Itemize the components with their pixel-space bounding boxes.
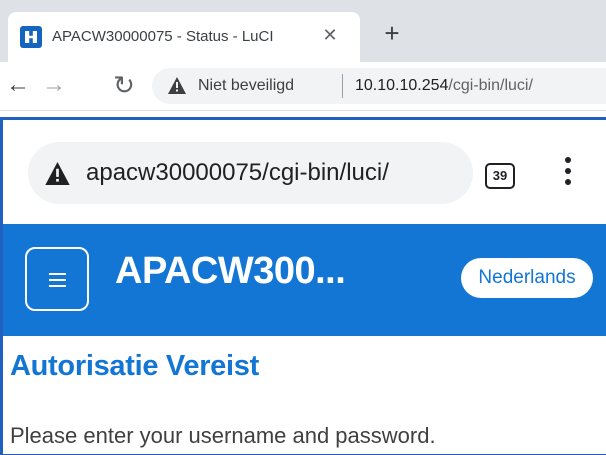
forward-arrow-icon[interactable]: → bbox=[38, 69, 70, 101]
language-button[interactable]: Nederlands bbox=[461, 258, 593, 298]
back-arrow-icon[interactable]: ← bbox=[2, 69, 34, 101]
screenshot-root: APACW30000075 - Status - LuCI ✕ + ← → ↻ … bbox=[0, 0, 606, 455]
menu-dot bbox=[565, 157, 571, 163]
tab-count-button[interactable]: 39 bbox=[485, 163, 515, 189]
device-hostname[interactable]: APACW300... bbox=[115, 250, 346, 293]
url-path: /cgi-bin/luci/ bbox=[448, 77, 533, 94]
luci-favicon-icon bbox=[20, 26, 42, 48]
login-instructions: Please enter your username and password. bbox=[10, 423, 436, 448]
mobile-address-bar[interactable]: apacw30000075/cgi-bin/luci/ bbox=[28, 142, 473, 204]
mobile-url[interactable]: apacw30000075/cgi-bin/luci/ bbox=[86, 159, 389, 187]
browser-tab-strip: APACW30000075 - Status - LuCI ✕ + bbox=[0, 0, 606, 62]
page-title: Autorisatie Vereist bbox=[10, 350, 259, 382]
warning-icon[interactable] bbox=[45, 162, 70, 185]
tab-title: APACW30000075 - Status - LuCI bbox=[52, 28, 274, 45]
browser-toolbar: ← → ↻ Niet beveiligd 10.10.10.254/cgi-bi… bbox=[0, 62, 606, 111]
hamburger-line bbox=[49, 285, 66, 287]
tab-close-icon[interactable]: ✕ bbox=[318, 23, 342, 47]
address-separator bbox=[342, 74, 343, 98]
luci-header: APACW300... Nederlands bbox=[3, 224, 606, 336]
reload-icon[interactable]: ↻ bbox=[108, 69, 140, 101]
menu-dot bbox=[565, 179, 571, 185]
browser-tab[interactable]: APACW30000075 - Status - LuCI ✕ bbox=[8, 12, 360, 62]
hamburger-line bbox=[49, 279, 66, 281]
warning-icon[interactable] bbox=[168, 77, 186, 94]
url-host: 10.10.10.254 bbox=[355, 77, 449, 94]
kebab-menu-icon[interactable] bbox=[563, 157, 573, 191]
address-url[interactable]: 10.10.10.254/cgi-bin/luci/ bbox=[355, 77, 533, 95]
menu-dot bbox=[565, 168, 571, 174]
hamburger-menu-button[interactable] bbox=[25, 247, 89, 311]
new-tab-button[interactable]: + bbox=[378, 20, 406, 48]
address-bar[interactable]: Niet beveiligd 10.10.10.254/cgi-bin/luci… bbox=[152, 68, 606, 104]
hamburger-line bbox=[49, 273, 66, 275]
mobile-view-frame: apacw30000075/cgi-bin/luci/ 39 APACW300.… bbox=[0, 117, 606, 455]
security-status-label[interactable]: Niet beveiligd bbox=[198, 77, 294, 95]
